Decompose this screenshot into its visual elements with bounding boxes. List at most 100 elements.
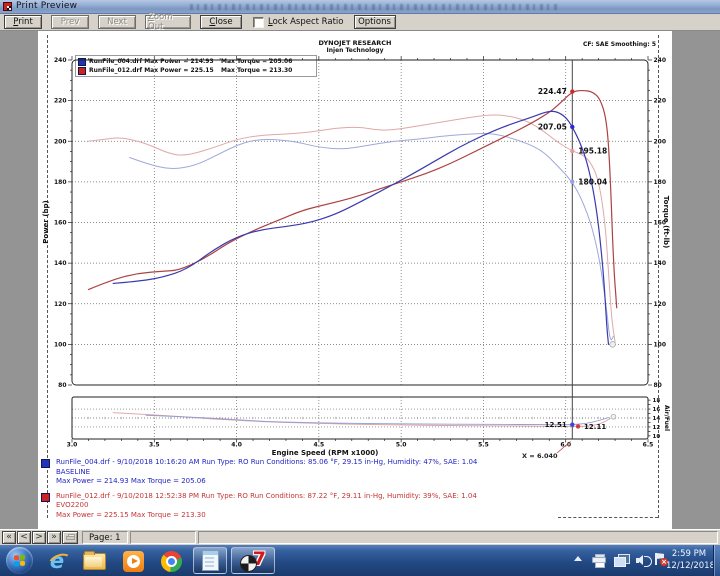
close-button[interactable]: Close: [200, 15, 242, 29]
cursor-value-dot: [570, 149, 574, 153]
run004-label: BASELINE: [56, 468, 477, 478]
last-page-button[interactable]: »: [47, 531, 61, 544]
statusbar: « < > » Page: 1: [0, 529, 720, 545]
svg-text:Engine Speed (RPM x1000): Engine Speed (RPM x1000): [272, 449, 379, 457]
run012-conditions: RunFile_012.drf - 9/10/2018 12:52:38 PM …: [56, 492, 477, 502]
cursor-value-dot: [570, 125, 574, 129]
internet-explorer-icon[interactable]: e: [45, 549, 69, 573]
dyno-control-icon: [202, 550, 219, 571]
chart-borders: [72, 60, 648, 439]
next-button[interactable]: Next: [98, 15, 136, 29]
svg-text:3.0: 3.0: [67, 442, 78, 449]
show-desktop-button[interactable]: [713, 545, 720, 576]
file-explorer-icon[interactable]: [82, 549, 106, 573]
svg-text:Air/Fuel: Air/Fuel: [663, 405, 670, 431]
cursor-value-label: 12.51: [545, 421, 567, 429]
tray-show-hidden-icons[interactable]: [574, 556, 582, 561]
titlebar-ghost-text: [190, 4, 560, 10]
svg-text:160: 160: [54, 220, 67, 227]
titlebar[interactable]: Print Preview: [0, 0, 720, 14]
print-preview-toolbar: Print Prev Next Zoom Out Close Lock Aspe…: [0, 14, 720, 31]
taskbar-app-winpep7[interactable]: 7: [231, 547, 275, 574]
svg-text:12: 12: [653, 425, 661, 431]
prev-page-button[interactable]: <: [17, 531, 31, 544]
prev-button[interactable]: Prev: [51, 15, 89, 29]
tray-printer-icon[interactable]: [592, 554, 606, 566]
zoom-out-button[interactable]: Zoom Out: [145, 15, 191, 29]
preview-area: DYNOJET RESEARCH Injen Technology CF: SA…: [0, 31, 720, 529]
svg-text:100: 100: [654, 341, 667, 348]
svg-text:Torque (ft-lb): Torque (ft-lb): [662, 196, 670, 248]
svg-text:Power (hp): Power (hp): [42, 200, 50, 243]
lock-aspect-ratio-label: Lock Aspect Ratio: [268, 17, 344, 27]
run-end-marker: [610, 342, 616, 348]
chart-gridlines: [72, 60, 648, 439]
curve-runfile-004-airfuel: [146, 415, 608, 424]
svg-text:140: 140: [654, 260, 667, 267]
run004-maxvalues: Max Power = 214.93 Max Torque = 205.06: [56, 477, 477, 487]
svg-text:10: 10: [653, 434, 661, 440]
svg-text:80: 80: [654, 382, 662, 389]
svg-text:120: 120: [54, 301, 67, 308]
svg-text:80: 80: [58, 382, 66, 389]
next-page-button[interactable]: >: [32, 531, 46, 544]
svg-text:200: 200: [654, 138, 667, 145]
chrome-icon[interactable]: [159, 549, 183, 573]
svg-text:16: 16: [653, 407, 661, 413]
axis-ticks-and-labels: 8080100100120120140140160160180180200200…: [54, 56, 666, 449]
svg-text:220: 220: [54, 98, 67, 105]
run012-label: EVO2200: [56, 501, 477, 511]
options-button[interactable]: Options: [354, 15, 396, 29]
cursor-value-label: 207.05: [538, 122, 567, 131]
cursor-value-label: 180.04: [578, 177, 607, 186]
media-player-icon[interactable]: [121, 549, 145, 573]
svg-text:5.5: 5.5: [478, 442, 489, 449]
first-page-button[interactable]: «: [2, 531, 16, 544]
svg-text:140: 140: [54, 260, 67, 267]
taskbar-clock[interactable]: 2:59 PM 12/12/2018: [666, 548, 712, 573]
report-page: DYNOJET RESEARCH Injen Technology CF: SA…: [38, 31, 672, 529]
run012-details: RunFile_012.drf - 9/10/2018 12:52:38 PM …: [41, 492, 601, 521]
svg-text:240: 240: [54, 57, 67, 64]
run004-footer-swatch: [41, 459, 50, 468]
lock-aspect-ratio-checkbox[interactable]: [253, 17, 264, 28]
cursor-value-dot: [570, 89, 574, 93]
cursor-value-label: 224.47: [538, 87, 567, 96]
run-end-marker: [611, 414, 616, 419]
svg-text:100: 100: [54, 341, 67, 348]
start-button[interactable]: [6, 547, 33, 574]
run012-maxvalues: Max Power = 225.15 Max Torque = 213.30: [56, 511, 477, 521]
cursor-value-label: 12.11: [584, 423, 606, 431]
svg-text:240: 240: [654, 57, 667, 64]
page-number-panel: Page: 1: [82, 531, 128, 544]
cursor-value-dot: [570, 422, 574, 426]
svg-text:4.5: 4.5: [314, 442, 325, 449]
taskbar: e 7 × 2:59 PM 12/12/2018: [0, 545, 720, 576]
curve-runfile-004-torque: [130, 134, 614, 340]
app-icon: [3, 2, 12, 11]
clock-date: 12/12/2018: [666, 560, 712, 572]
curve-runfile-012-torque: [88, 115, 615, 342]
dyno-chart: 8080100100120120140140160160180180200200…: [38, 31, 672, 529]
svg-text:200: 200: [54, 138, 67, 145]
axis-titles: Power (hp) Torque (ft-lb) Air/Fuel Engine S…: [42, 196, 670, 460]
tray-volume-icon[interactable]: [636, 555, 648, 566]
printer-icon: [66, 534, 75, 541]
print-preview-window: { "window": { "title": "Print Preview" }…: [0, 0, 720, 576]
winpep7-icon: 7: [240, 550, 266, 572]
svg-text:18: 18: [653, 398, 661, 404]
page-setup-button[interactable]: [62, 531, 78, 544]
svg-text:14: 14: [653, 416, 661, 422]
tray-display-icon[interactable]: [614, 554, 629, 566]
run004-details: RunFile_004.drf - 9/10/2018 10:16:20 AM …: [41, 458, 601, 487]
taskbar-app-dyno-control[interactable]: [193, 547, 227, 574]
svg-text:4.0: 4.0: [231, 442, 242, 449]
print-button[interactable]: Print: [4, 15, 42, 29]
svg-text:180: 180: [54, 179, 67, 186]
run-details: RunFile_004.drf - 9/10/2018 10:16:20 AM …: [41, 458, 601, 525]
run004-conditions: RunFile_004.drf - 9/10/2018 10:16:20 AM …: [56, 458, 477, 468]
cursor-value-label: 195.18: [578, 147, 607, 156]
svg-text:180: 180: [654, 179, 667, 186]
windows-logo-icon: [14, 554, 26, 567]
svg-text:220: 220: [654, 98, 667, 105]
